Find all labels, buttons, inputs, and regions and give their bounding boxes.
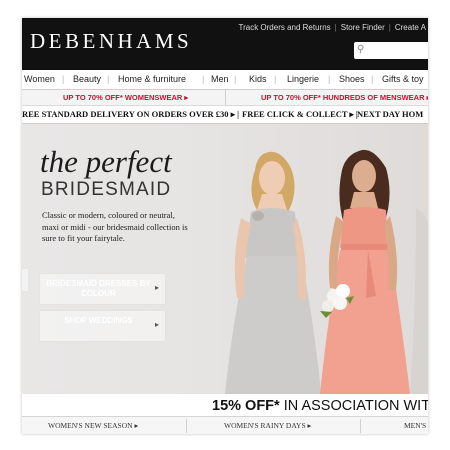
nav-item-lingerie[interactable]: Lingerie (287, 74, 319, 84)
link-divider: | (388, 23, 391, 32)
nav-divider: | (328, 74, 331, 84)
delivery-next-day-link[interactable]: NEXT DAY HOM (357, 109, 423, 119)
promo-menswear-label: UP TO 70% OFF* HUNDREDS OF MENSWEAR (261, 93, 425, 102)
bridesmaid-dresses-by-colour-button[interactable]: BRIDESMAID DRESSES BY COLOUR ▸ (40, 274, 165, 304)
search-icon: ⚲ (357, 44, 365, 55)
nav-divider: | (371, 74, 374, 84)
womens-new-season-link[interactable]: WOMEN'S NEW SEASON ▸ (48, 421, 138, 430)
model-coral-dress-image (320, 149, 410, 394)
browser-page: DEBENHAMS Track Orders and Returns | Store… (22, 18, 428, 434)
promo-womenswear-label: UP TO 70% OFF* WOMENSWEAR (63, 93, 183, 102)
hero-banner[interactable]: the perfect BRIDESMAID Classic or modern… (22, 124, 428, 394)
debenhams-logo[interactable]: DEBENHAMS (30, 29, 192, 54)
hero-title: the perfect (40, 144, 172, 179)
promo-womenswear-link[interactable]: UP TO 70% OFF* WOMENSWEAR ▸ (63, 93, 188, 102)
delivery-strip: REE STANDARD DELIVERY ON ORDERS OVER £30… (22, 106, 428, 124)
nav-item-gifts-toys[interactable]: Gifts & toy (382, 74, 424, 84)
create-account-link[interactable]: Create A (393, 23, 428, 32)
nav-item-kids[interactable]: Kids (249, 74, 267, 84)
shop-weddings-button[interactable]: SHOP WEDDINGS ▸ (40, 311, 165, 341)
carousel-prev-arrow[interactable] (22, 269, 28, 291)
nav-item-men[interactable]: Men (211, 74, 229, 84)
offer-partner: IN ASSOCIATION WITH (279, 398, 428, 414)
promo-menswear-link[interactable]: UP TO 70% OFF* HUNDREDS OF MENSWEAR ▸ (261, 93, 428, 102)
delivery-click-collect-link[interactable]: FREE CLICK & COLLECT ▸ | (242, 109, 358, 120)
chevron-right-icon: ▸ (154, 283, 159, 292)
secondary-nav: WOMEN'S NEW SEASON ▸ WOMEN'S RAINY DAYS … (22, 416, 428, 434)
nav-divider (186, 419, 187, 433)
cta-label: BRIDESMAID DRESSES BY COLOUR (46, 279, 151, 298)
cta-label: SHOP WEDDINGS (64, 316, 133, 325)
promo-divider (225, 90, 226, 105)
delivery-click-collect-label: FREE CLICK & COLLECT (242, 109, 348, 119)
nav-divider: | (274, 74, 277, 84)
hero-subtitle: BRIDESMAID (41, 179, 172, 200)
store-finder-link[interactable]: Store Finder (339, 23, 387, 32)
promo-strip: UP TO 70% OFF* WOMENSWEAR ▸ UP TO 70% OF… (22, 90, 428, 106)
offer-text: 15% OFF* IN ASSOCIATION WITH (212, 398, 428, 414)
nav-divider: | (234, 74, 237, 84)
nav-item-women[interactable]: Women (24, 74, 55, 84)
chevron-right-icon: ▸ (154, 320, 159, 329)
delivery-standard-label: REE STANDARD DELIVERY ON ORDERS OVER £30 (22, 109, 229, 119)
nav-divider: | (62, 74, 65, 84)
womens-new-season-label: WOMEN'S NEW SEASON (48, 421, 133, 430)
womens-rainy-days-link[interactable]: WOMEN'S RAINY DAYS ▸ (224, 421, 311, 430)
track-orders-link[interactable]: Track Orders and Returns (236, 23, 332, 32)
mens-link[interactable]: MEN'S (404, 421, 426, 430)
nav-item-home-furniture[interactable]: Home & furniture (118, 74, 186, 84)
utility-links: Track Orders and Returns | Store Finder | Cr… (236, 23, 428, 32)
womens-rainy-days-label: WOMEN'S RAINY DAYS (224, 421, 306, 430)
nav-item-beauty[interactable]: Beauty (73, 74, 101, 84)
delivery-next-day-label: NEXT DAY HOM (357, 109, 424, 119)
model-grey-dress-image (225, 151, 321, 394)
nav-divider: | (202, 74, 205, 84)
search-input[interactable]: ⚲ (354, 42, 428, 59)
nav-divider: | (107, 74, 110, 84)
nav-item-shoes[interactable]: Shoes (339, 74, 365, 84)
site-header: DEBENHAMS Track Orders and Returns | Store… (22, 18, 428, 70)
model-partial-image (410, 208, 428, 394)
link-divider: | (334, 23, 337, 32)
nav-divider (360, 419, 361, 433)
offer-discount: 15% OFF* (212, 398, 280, 414)
category-nav: Women | Beauty | Home & furniture | Men … (22, 70, 428, 90)
hero-description: Classic or modern, coloured or neutral, … (42, 210, 188, 243)
delivery-standard-link[interactable]: REE STANDARD DELIVERY ON ORDERS OVER £30… (22, 109, 239, 120)
